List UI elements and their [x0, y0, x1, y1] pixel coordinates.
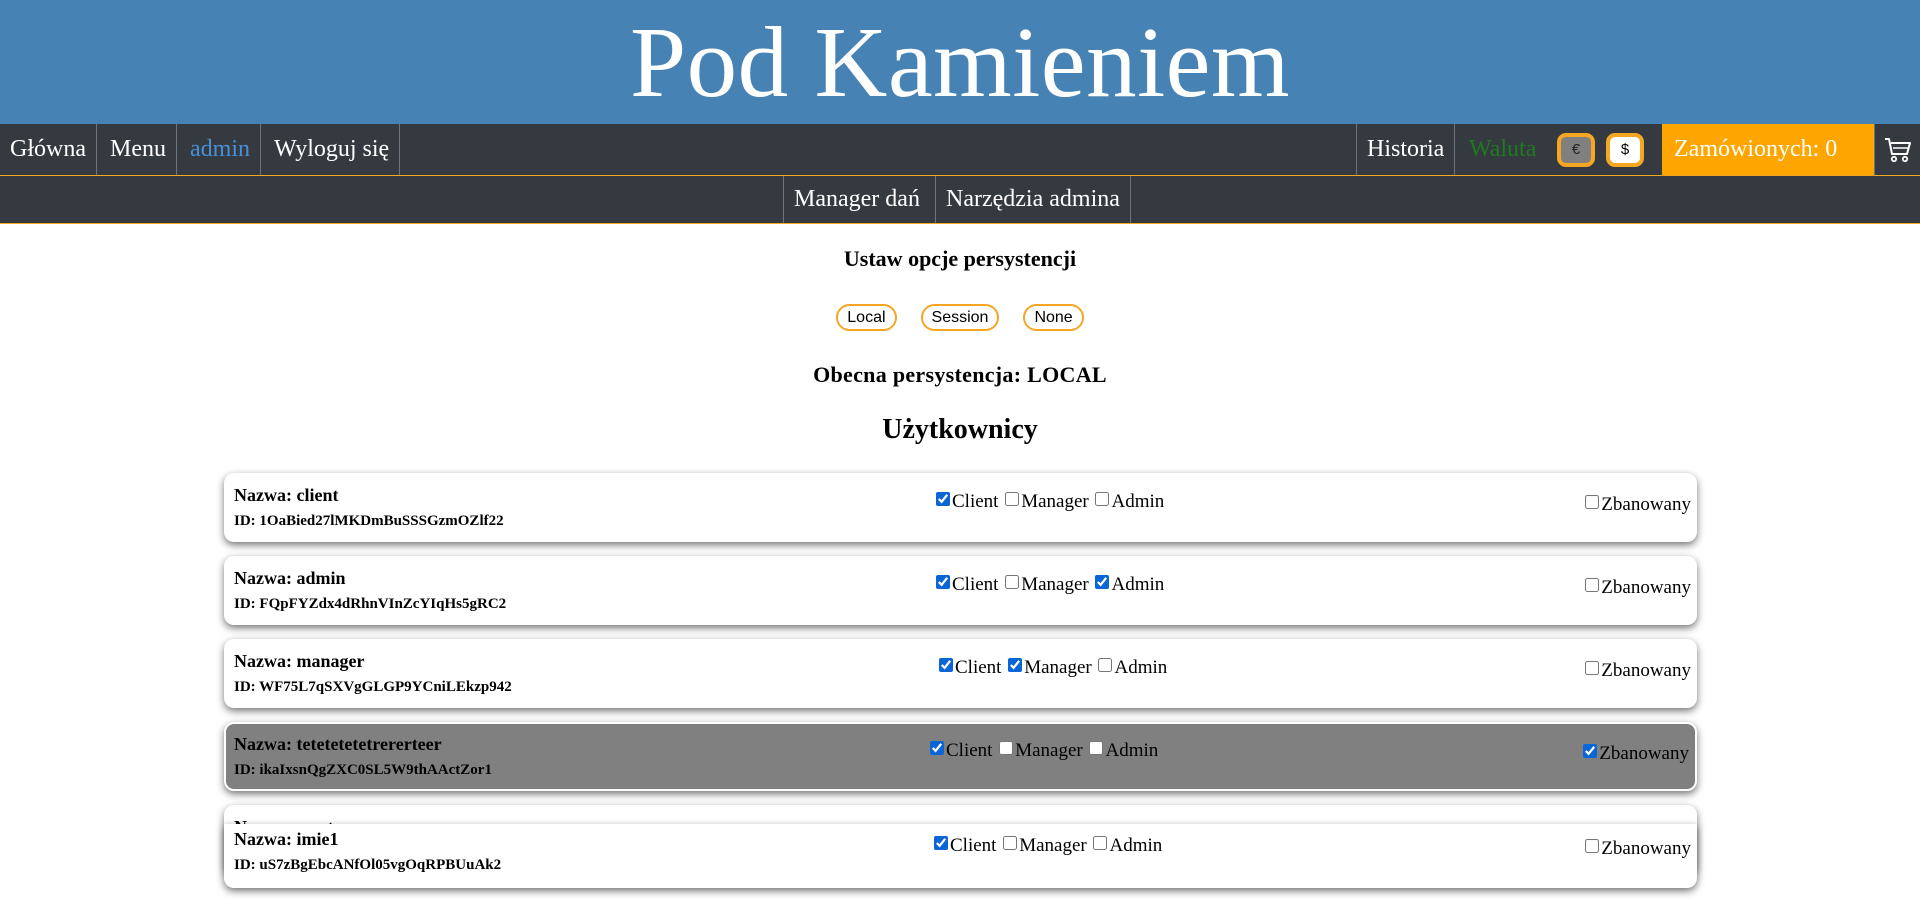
user-name: Nazwa: client [234, 485, 339, 505]
role-client-checkbox[interactable] [936, 492, 950, 506]
user-name: Nazwa: admin [234, 568, 346, 588]
role-client-checkbox[interactable] [930, 741, 944, 755]
user-ban: Zbanowany [1583, 494, 1691, 516]
user-id: ID: uS7zBgEbcANfOl05vgOqRPBUuAk2 [234, 857, 502, 873]
role-manager-label: Manager [1021, 491, 1089, 512]
user-card-banned: Nazwa: tetetetetetrererteer ID: ikaIxsnQ… [224, 722, 1697, 791]
role-manager-label: Manager [1021, 574, 1089, 595]
role-client-label: Client [955, 657, 1002, 678]
nav-history-link[interactable]: Historia [1356, 124, 1456, 175]
ban-checkbox[interactable] [1585, 495, 1600, 509]
role-admin-checkbox[interactable] [1089, 741, 1104, 755]
ban-checkbox[interactable] [1585, 578, 1600, 592]
role-admin-label: Admin [1109, 835, 1163, 856]
user-card: Nazwa: imie1 ID: uS7zBgEbcANfOl05vgOqRPB… [224, 824, 1697, 888]
user-ban: Zbanowany [1583, 838, 1691, 860]
site-title: Pod Kamieniem [0, 0, 1920, 124]
role-admin-checkbox[interactable] [1095, 575, 1110, 589]
role-manager-checkbox[interactable] [1003, 836, 1018, 850]
subnav-dish-manager[interactable]: Manager dań [783, 176, 930, 223]
ordered-count[interactable]: Zamówionych: 0 [1662, 124, 1874, 175]
role-admin-label: Admin [1111, 574, 1165, 595]
role-manager-checkbox[interactable] [1005, 492, 1020, 506]
admin-subnav: Manager dań Narzędzia admina [0, 176, 1920, 224]
role-admin-checkbox[interactable] [1093, 836, 1108, 850]
users-title: Użytkownicy [882, 414, 1038, 445]
role-client-checkbox[interactable] [939, 658, 953, 672]
role-admin-label: Admin [1114, 657, 1168, 678]
user-name: Nazwa: imie1 [234, 829, 339, 849]
persistence-local-button[interactable]: Local [836, 304, 897, 331]
role-client-label: Client [952, 574, 999, 595]
ban-label: Zbanowany [1601, 577, 1691, 598]
persistence-title: Ustaw opcje persystencji [843, 246, 1077, 271]
user-roles: Client Manager Admin [934, 574, 1164, 596]
ban-checkbox[interactable] [1585, 839, 1600, 853]
role-client-checkbox[interactable] [936, 575, 950, 589]
user-id: ID: FQpFYZdx4dRhnVInZcYIqHs5gRC2 [234, 596, 507, 612]
role-client-label: Client [950, 835, 997, 856]
nav-menu-link[interactable]: Menu [100, 124, 177, 175]
user-roles: Client Manager Admin [932, 835, 1162, 857]
role-admin-checkbox[interactable] [1098, 658, 1113, 672]
role-admin-checkbox[interactable] [1095, 492, 1110, 506]
user-id: ID: 1OaBied27lMKDmBuSSSGzmOZlf22 [234, 513, 504, 529]
persistence-none-button[interactable]: None [1023, 304, 1084, 331]
cart-button[interactable] [1874, 124, 1920, 175]
role-manager-checkbox[interactable] [999, 741, 1014, 755]
role-manager-label: Manager [1019, 835, 1087, 856]
user-card: Nazwa: admin ID: FQpFYZdx4dRhnVInZcYIqHs… [224, 556, 1697, 625]
user-card: Nazwa: manager ID: WF75L7qSXVgGLGP9YCniL… [224, 639, 1697, 708]
persistence-current: Obecna persystencja: LOCAL [813, 362, 1107, 387]
role-client-checkbox[interactable] [934, 836, 948, 850]
user-ban: Zbanowany [1583, 660, 1691, 682]
role-admin-label: Admin [1105, 740, 1159, 761]
user-id: ID: WF75L7qSXVgGLGP9YCniLEkzp942 [234, 679, 512, 695]
role-client-label: Client [952, 491, 999, 512]
nav-home-link[interactable]: Główna [0, 124, 97, 175]
role-manager-label: Manager [1024, 657, 1092, 678]
persistence-session-button[interactable]: Session [920, 304, 1000, 331]
user-roles: Client Manager Admin [937, 657, 1167, 679]
ban-label: Zbanowany [1601, 660, 1691, 681]
user-roles: Client Manager Admin [928, 740, 1158, 762]
ban-label: Zbanowany [1601, 494, 1691, 515]
role-manager-label: Manager [1015, 740, 1083, 761]
top-navbar: Główna Menu admin Wyloguj się Historia W… [0, 124, 1920, 176]
subnav-admin-tools[interactable]: Narzędzia admina [935, 176, 1131, 223]
ban-label: Zbanowany [1599, 743, 1689, 764]
nav-user-link[interactable]: admin [180, 124, 261, 175]
role-manager-checkbox[interactable] [1008, 658, 1023, 672]
ban-checkbox[interactable] [1583, 744, 1598, 758]
user-name: Nazwa: tetetetetetrererteer [234, 734, 442, 754]
role-manager-checkbox[interactable] [1005, 575, 1020, 589]
user-name: Nazwa: manager [234, 651, 365, 671]
ban-label: Zbanowany [1601, 838, 1691, 859]
role-client-label: Client [946, 740, 993, 761]
currency-label: Waluta [1469, 136, 1537, 162]
role-admin-label: Admin [1111, 491, 1165, 512]
cart-icon [1885, 138, 1911, 163]
user-ban: Zbanowany [1583, 577, 1691, 599]
persistence-options: Local Session None [0, 304, 1920, 331]
currency-eur-button[interactable]: € [1557, 133, 1595, 167]
user-roles: Client Manager Admin [934, 491, 1164, 513]
currency-usd-button[interactable]: $ [1606, 133, 1644, 167]
ban-checkbox[interactable] [1585, 661, 1600, 675]
nav-logout-link[interactable]: Wyloguj się [264, 124, 401, 175]
user-ban: Zbanowany [1581, 743, 1689, 765]
user-card: Nazwa: client ID: 1OaBied27lMKDmBuSSSGzm… [224, 473, 1697, 542]
user-id: ID: ikaIxsnQgZXC0SL5W9thAActZor1 [234, 762, 492, 778]
